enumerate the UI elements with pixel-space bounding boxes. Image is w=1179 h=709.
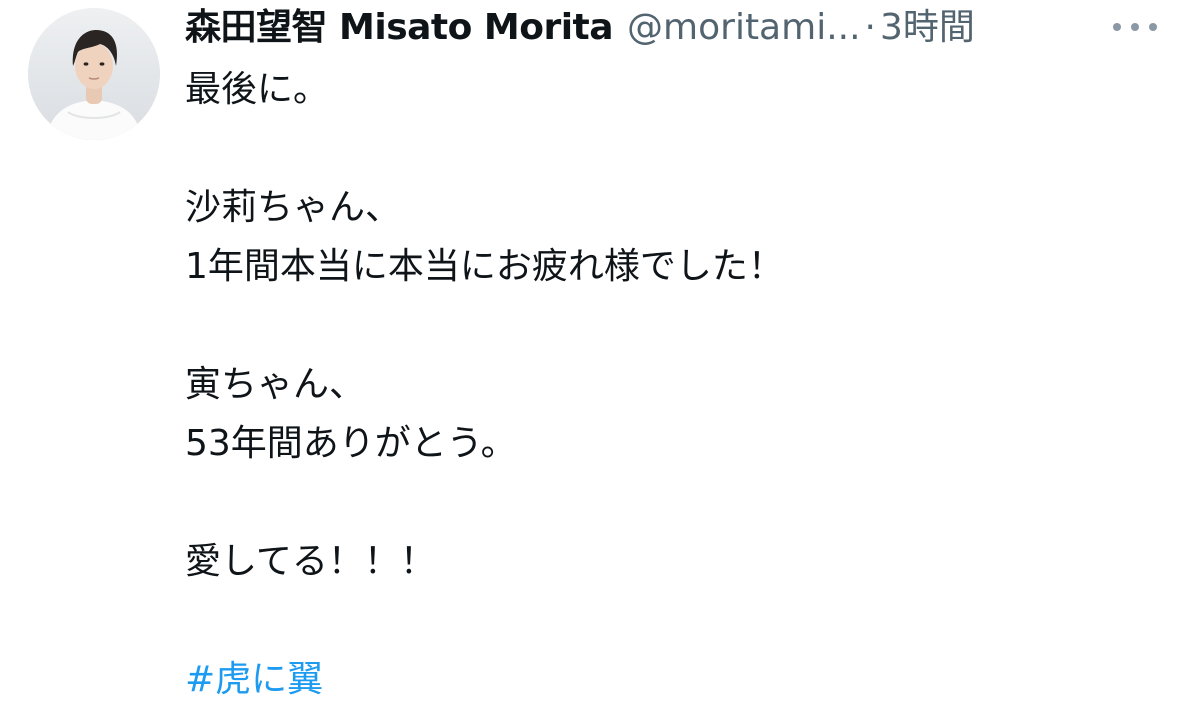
tweet-line: 沙莉ちゃん、 [185, 187, 402, 228]
tweet-line [185, 591, 784, 650]
tweet-line: 寅ちゃん、 [185, 364, 366, 405]
tweet-line [185, 473, 784, 532]
more-dot-1 [1113, 23, 1121, 31]
more-dot-2 [1131, 23, 1139, 31]
tweet-text: 最後に。 沙莉ちゃん、 1年間本当に本当にお疲れ様でした！ 寅ちゃん、 53年間… [185, 60, 784, 709]
tweet-line: 53年間ありがとう。 [185, 423, 517, 464]
more-dot-3 [1149, 23, 1157, 31]
tweet-line [185, 119, 784, 178]
tweet-line [185, 296, 784, 355]
tweet-line: 最後に。 [185, 69, 330, 110]
more-horizontal-icon[interactable] [1113, 13, 1157, 41]
user-handle[interactable]: @moritami... [627, 2, 860, 54]
tweet-line: 1年間本当に本当にお疲れ様でした！ [185, 246, 784, 287]
separator-dot: · [864, 7, 876, 48]
tweet-line: 愛してる！！！ [185, 541, 436, 582]
avatar-photo [28, 8, 160, 140]
avatar[interactable] [28, 8, 160, 140]
tweet-header: 森田望智 Misato Morita @moritami... · 3時間 [185, 2, 975, 54]
display-name[interactable]: 森田望智 Misato Morita [185, 2, 614, 54]
timestamp[interactable]: 3時間 [880, 2, 975, 54]
hashtag-line: #虎に翼 [185, 650, 784, 709]
hashtag-link[interactable]: #虎に翼 [185, 659, 323, 700]
